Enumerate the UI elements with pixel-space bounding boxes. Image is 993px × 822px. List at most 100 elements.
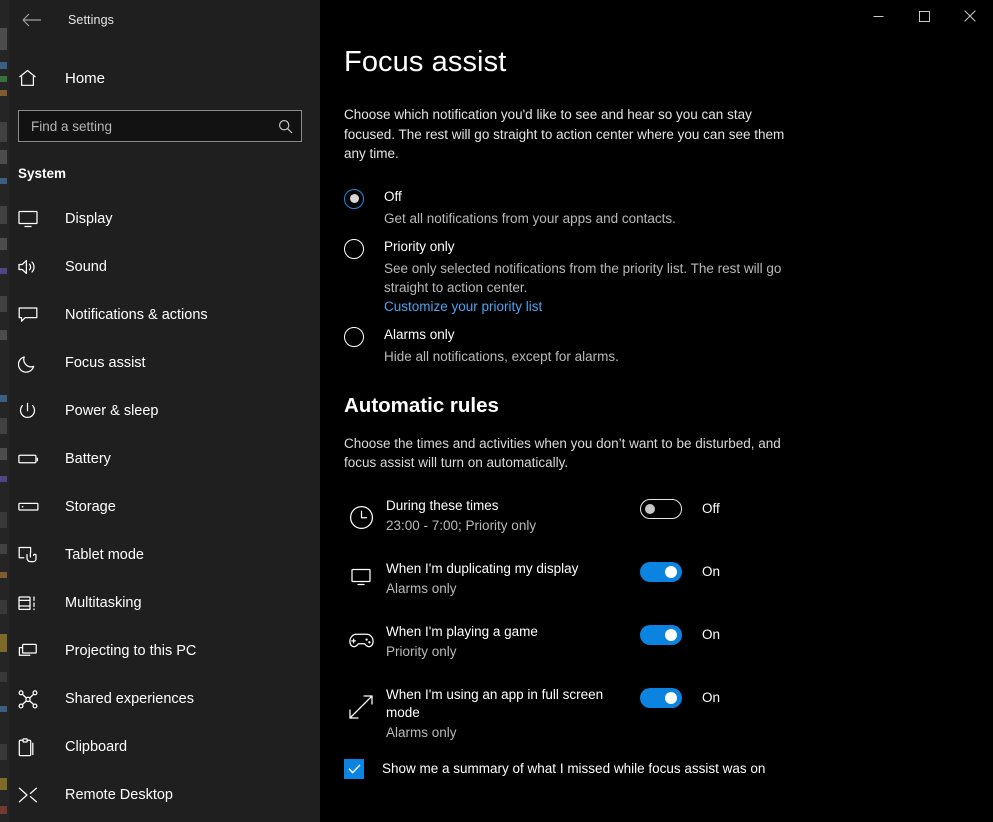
sidebar-item-storage[interactable]: Storage — [0, 483, 320, 531]
minimap-mark — [0, 806, 7, 814]
toggle-switch[interactable] — [640, 561, 682, 582]
focus-mode-description: Hide all notifications, except for alarm… — [384, 348, 619, 364]
back-button[interactable] — [14, 5, 50, 35]
window-titlebar-left: Settings — [0, 0, 320, 40]
search-icon[interactable] — [278, 119, 293, 134]
back-arrow-icon — [22, 13, 41, 27]
automatic-rule-text[interactable]: When I'm duplicating my display Alarms on… — [386, 560, 626, 598]
minimap-mark — [0, 330, 7, 340]
automatic-rule-row: When I'm playing a game Priority only On — [344, 621, 993, 684]
automatic-rules-list: During these times 23:00 - 7:00; Priority… — [344, 495, 993, 747]
sidebar-item-label: Focus assist — [65, 355, 146, 371]
fullscreen-icon — [344, 694, 378, 720]
search-box[interactable] — [18, 110, 302, 142]
sidebar-item-tablet-mode[interactable]: Tablet mode — [0, 531, 320, 579]
sidebar-item-shared-experiences[interactable]: Shared experiences — [0, 675, 320, 723]
sidebar-item-home[interactable]: Home — [0, 58, 320, 98]
automatic-rules-title: Automatic rules — [344, 393, 499, 417]
focus-mode-option-off[interactable]: Off Get all notifications from your apps … — [344, 188, 993, 228]
sidebar-item-focus-assist[interactable]: Focus assist — [0, 339, 320, 387]
automatic-rule-subtitle: Alarms only — [386, 724, 457, 740]
minimap-mark — [0, 76, 7, 82]
focus-mode-option-alarms-only[interactable]: Alarms only Hide all notifications, excep… — [344, 326, 993, 366]
close-button[interactable] — [947, 0, 993, 32]
sidebar-item-battery[interactable]: Battery — [0, 435, 320, 483]
minimap-mark — [0, 150, 7, 164]
focus-mode-text: Priority only See only selected notificat… — [384, 238, 819, 316]
sidebar-item-clipboard[interactable]: Clipboard — [0, 723, 320, 771]
sidebar-item-label: Multitasking — [65, 595, 142, 611]
minimap-mark — [0, 512, 7, 528]
clipboard-icon — [18, 737, 44, 757]
radio-button[interactable] — [344, 188, 364, 209]
automatic-rule-row: During these times 23:00 - 7:00; Priority… — [344, 495, 993, 558]
summary-checkbox-row[interactable]: Show me a summary of what I missed while… — [344, 758, 993, 779]
sidebar-item-sound[interactable]: Sound — [0, 243, 320, 291]
sidebar-item-remote-desktop[interactable]: Remote Desktop — [0, 771, 320, 819]
settings-sidebar: Settings Home System Display Sound Notific… — [0, 0, 320, 822]
toggle-switch[interactable] — [640, 624, 682, 645]
multitask-icon — [18, 595, 44, 612]
minimap-mark — [0, 634, 7, 652]
automatic-rule-toggle-group: On — [640, 687, 720, 708]
minimap-mark — [0, 90, 7, 96]
automatic-rule-subtitle: Priority only — [386, 643, 457, 659]
focus-mode-label: Off — [384, 188, 402, 204]
toggle-switch[interactable] — [640, 498, 682, 519]
sidebar-item-label: Sound — [65, 259, 107, 275]
remote-icon — [18, 786, 44, 804]
speaker-icon — [18, 258, 44, 276]
radio-button[interactable] — [344, 326, 364, 347]
summary-checkbox[interactable] — [344, 758, 364, 779]
battery-icon — [18, 452, 44, 466]
sidebar-item-label: Clipboard — [65, 739, 128, 755]
window-controls — [855, 0, 993, 32]
settings-window: Settings Home System Display Sound Notific… — [0, 0, 993, 822]
minimap-mark — [0, 418, 7, 434]
minimap-mark — [0, 28, 7, 50]
app-title: Settings — [68, 13, 114, 27]
focus-mode-description: See only selected notifications from the… — [384, 260, 782, 295]
sidebar-item-power-sleep[interactable]: Power & sleep — [0, 387, 320, 435]
automatic-rule-subtitle: 23:00 - 7:00; Priority only — [386, 517, 537, 533]
maximize-button[interactable] — [901, 0, 947, 32]
sidebar-item-notifications-actions[interactable]: Notifications & actions — [0, 291, 320, 339]
sidebar-item-label: Battery — [65, 451, 111, 467]
toggle-knob — [665, 628, 677, 641]
minimap-mark — [0, 448, 7, 460]
editor-minimap-strip[interactable] — [0, 0, 9, 822]
focus-mode-label: Priority only — [384, 238, 455, 254]
minimize-button[interactable] — [855, 0, 901, 32]
automatic-rule-text[interactable]: During these times 23:00 - 7:00; Priority… — [386, 497, 626, 535]
automatic-rule-text[interactable]: When I'm using an app in full screen mod… — [386, 686, 626, 742]
sidebar-item-multitasking[interactable]: Multitasking — [0, 579, 320, 627]
chat-icon — [18, 306, 44, 324]
sidebar-nav-list: Display Sound Notifications & actions Focus… — [0, 195, 320, 819]
power-icon — [18, 402, 44, 421]
toggle-state-label: On — [702, 627, 721, 642]
automatic-rule-title: During these times — [386, 497, 499, 513]
toggle-switch[interactable] — [640, 687, 682, 708]
search-input[interactable] — [31, 118, 278, 134]
automatic-rule-row: When I'm duplicating my display Alarms on… — [344, 558, 993, 621]
customize-priority-list-link[interactable]: Customize your priority list — [384, 299, 542, 314]
toggle-knob — [645, 503, 655, 514]
focus-mode-option-priority-only[interactable]: Priority only See only selected notificat… — [344, 238, 993, 316]
focus-mode-text: Off Get all notifications from your apps … — [384, 188, 676, 228]
monitor-icon — [18, 210, 44, 228]
radio-button[interactable] — [344, 238, 364, 259]
minimap-mark — [0, 476, 7, 482]
toggle-state-label: On — [702, 564, 721, 579]
sidebar-item-label: Notifications & actions — [65, 307, 208, 323]
clock-icon — [344, 505, 378, 530]
focus-mode-description: Get all notifications from your apps and… — [384, 210, 676, 226]
minimap-mark — [0, 206, 7, 224]
sidebar-group-header: System — [18, 166, 67, 181]
focus-mode-text: Alarms only Hide all notifications, excep… — [384, 326, 619, 366]
automatic-rule-text[interactable]: When I'm playing a game Priority only — [386, 623, 626, 661]
sidebar-item-display[interactable]: Display — [0, 195, 320, 243]
automatic-rules-description: Choose the times and activities when you… — [344, 435, 781, 471]
page-description: Choose which notification you'd like to … — [344, 107, 785, 161]
sidebar-item-projecting-to-this-pc[interactable]: Projecting to this PC — [0, 627, 320, 675]
automatic-rule-toggle-group: Off — [640, 498, 720, 519]
